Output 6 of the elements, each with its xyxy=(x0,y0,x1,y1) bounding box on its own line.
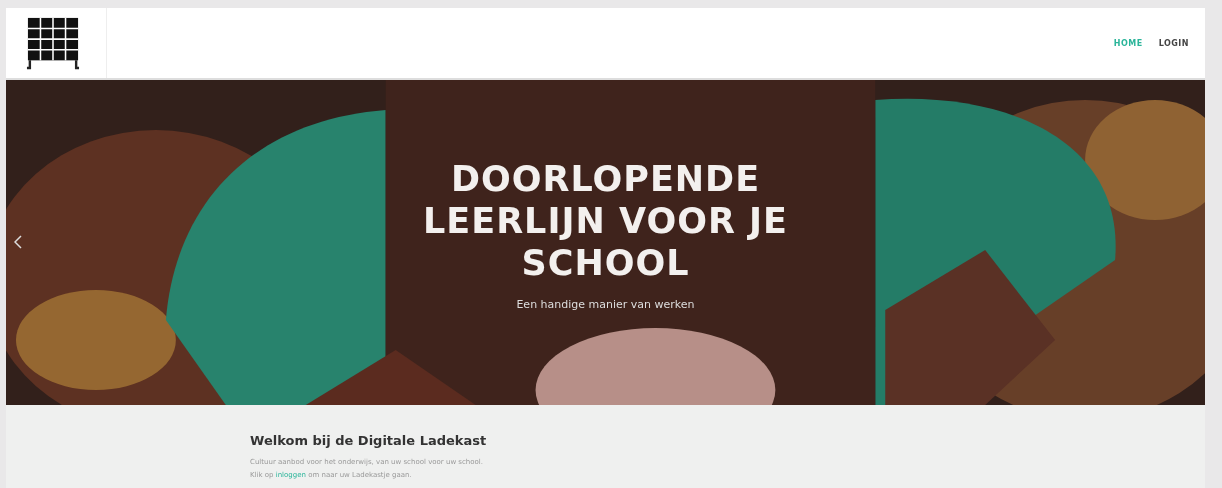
cabinet-logo-icon[interactable] xyxy=(26,16,80,70)
hero-title: DOORLOPENDE LEERLIJN VOOR JE SCHOOL xyxy=(422,158,789,284)
hero-subtitle: Een handige manier van werken xyxy=(516,298,695,311)
nav-link[interactable]: HOME xyxy=(1113,38,1143,48)
nav-link[interactable]: LOGIN xyxy=(1158,38,1189,48)
welcome-heading: Welkom bij de Digitale Ladekast xyxy=(250,433,488,448)
